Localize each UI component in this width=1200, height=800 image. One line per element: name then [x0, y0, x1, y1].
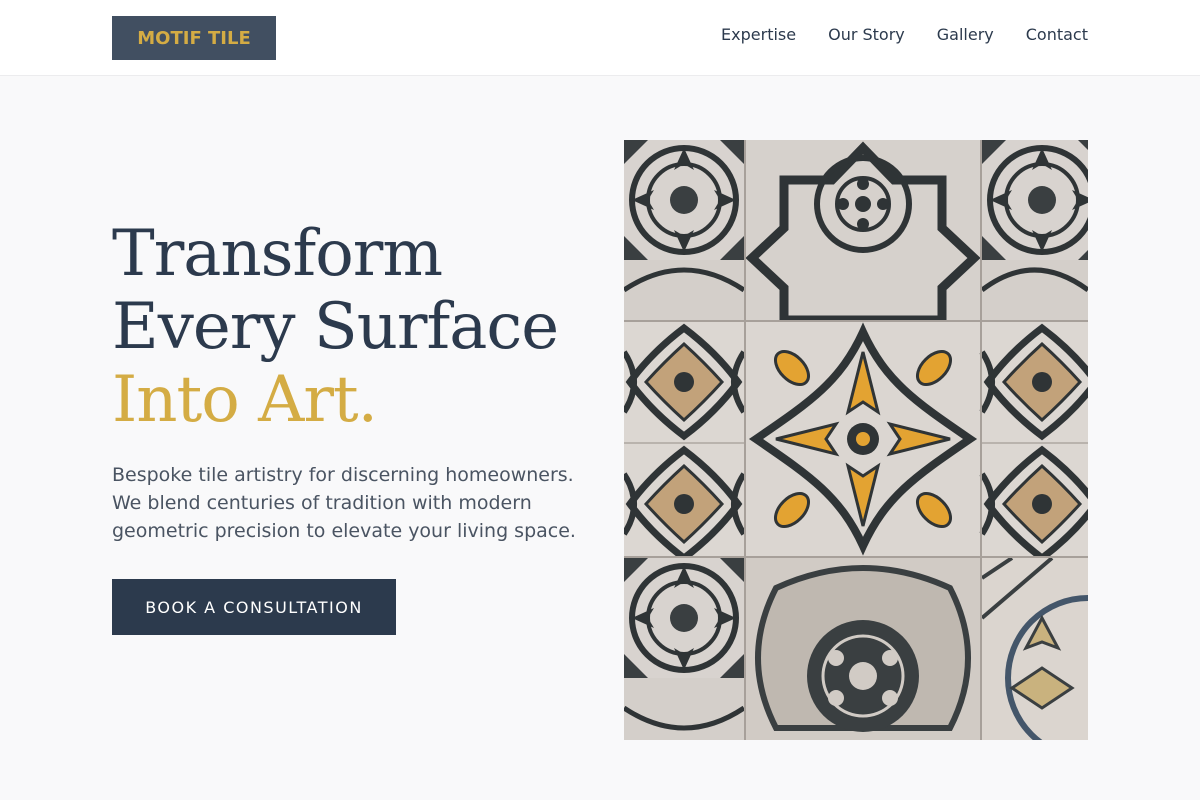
nav-link-our-story[interactable]: Our Story	[828, 24, 905, 46]
headline-line-1: Transform	[112, 217, 443, 291]
hero-description: Bespoke tile artistry for discerning hom…	[112, 464, 576, 542]
book-consultation-button[interactable]: BOOK A CONSULTATION	[112, 579, 396, 635]
tile-mosaic-image	[624, 140, 1088, 740]
site-header: MOTIF TILE Expertise Our Story Gallery C…	[0, 0, 1200, 76]
nav-link-gallery[interactable]: Gallery	[937, 24, 994, 46]
main-nav: Expertise Our Story Gallery Contact	[721, 24, 1088, 46]
headline-accent: Into Art.	[112, 363, 378, 437]
nav-link-contact[interactable]: Contact	[1026, 24, 1088, 46]
hero-headline: Transform Every Surface Into Art.	[112, 218, 592, 437]
headline-line-2: Every Surface	[112, 290, 559, 364]
nav-link-expertise[interactable]: Expertise	[721, 24, 796, 46]
logo-text: MOTIF TILE	[137, 27, 251, 49]
hero-section: Transform Every Surface Into Art. Bespok…	[112, 218, 592, 635]
logo[interactable]: MOTIF TILE	[112, 16, 276, 60]
hero-tile-image	[624, 140, 1088, 740]
